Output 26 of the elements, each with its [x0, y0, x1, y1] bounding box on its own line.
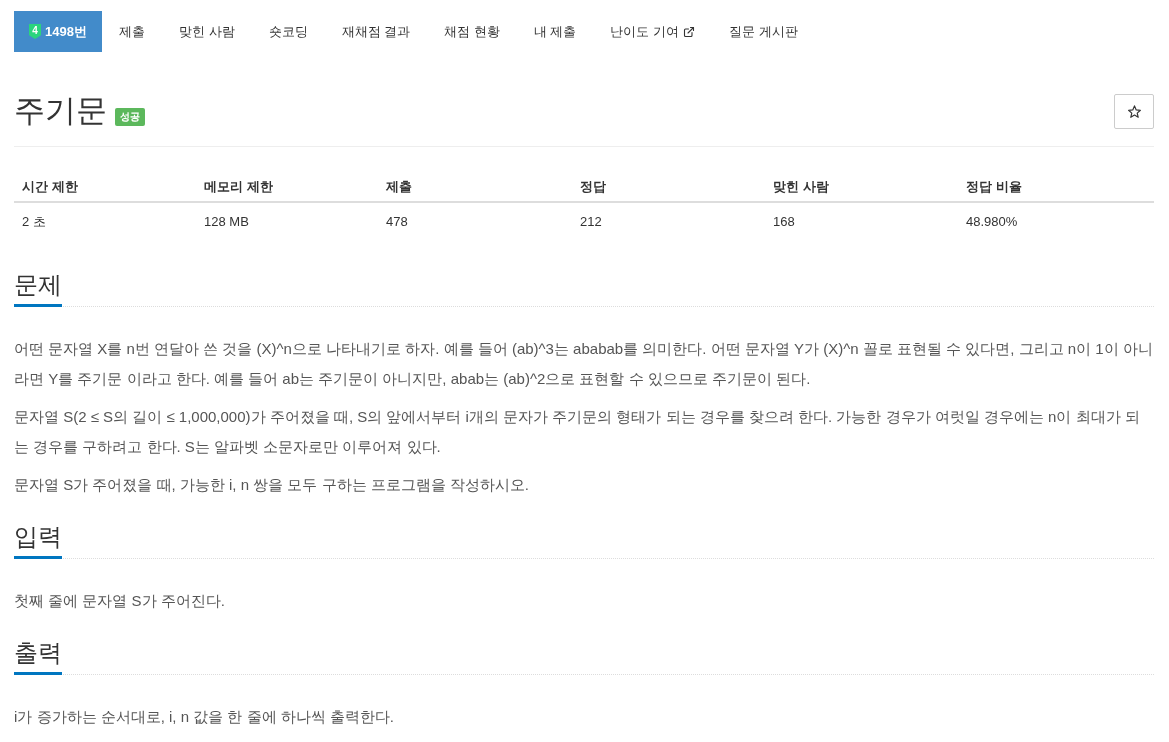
nav-tab[interactable]: 4 1498번: [14, 11, 102, 52]
problem-paragraph: 문자열 S(2 ≤ S의 길이 ≤ 1,000,000)가 주어졌을 때, S의 앞에서부터 i개의 문자가 주기문의 형태가 되는 경우를 찾으려 한다. 가능한 경우가 여럿일 경우에는 n이 최대가 되는 경우를 구하려고 한다. S는 알파벳 소문자로만 이루어져 있다.: [14, 407, 1141, 457]
problem-paragraph: i가 증가하는 순서대로, i, n 값을 한 줄에 하나씩 출력한다.: [14, 707, 396, 727]
problem-title: 주기문: [14, 92, 107, 130]
problem-paragraph: 문자열 S가 주어졌을 때, 가능한 i, n 쌍을 모두 구하는 프로그램을 작성하시오.: [14, 475, 531, 495]
table-header: 제출: [385, 178, 413, 196]
table-cell-text: 478: [385, 213, 409, 231]
section-heading: 문제: [14, 270, 62, 307]
table-header: 정답: [579, 178, 607, 196]
section-heading: 출력: [14, 638, 62, 675]
table-cell-text: 2 초: [21, 213, 47, 231]
tier-badge: 4: [29, 24, 41, 39]
table-header: 메모리 제한: [203, 178, 274, 196]
star-icon: [1127, 104, 1141, 118]
table-cell-text: 48.980%: [965, 213, 1019, 231]
table-header: 시간 제한: [21, 178, 79, 196]
result-label: 성공: [115, 108, 145, 126]
section-heading: 입력: [14, 522, 62, 559]
problem-paragraph: 어떤 문자열 X를 n번 연달아 쓴 것을 (X)^n으로 나타내기로 하자. 예를 들어 (ab)^3는 ababab를 의미한다. 어떤 문자열 Y가 (X)^n 꼴로 표현될 수 있다면, 그리고 n이 1이 아니라면 Y를 주기문 이라고 한다. 예를 들어 ab는 주기문이 아니지만, abab는 (ab)^2으로 표현할 수 있으므로 주기문이 된다.: [14, 339, 1154, 389]
table-header: 맞힌 사람: [772, 178, 830, 196]
problem-paragraph: 첫째 줄에 문자열 S가 주어진다.: [14, 591, 226, 611]
table-header: 정답 비율: [965, 178, 1023, 196]
star-button[interactable]: [1114, 93, 1154, 129]
table-cell-text: 212: [579, 213, 603, 231]
table-cell-text: 128 MB: [203, 213, 250, 231]
table-cell-text: 168: [772, 213, 796, 231]
